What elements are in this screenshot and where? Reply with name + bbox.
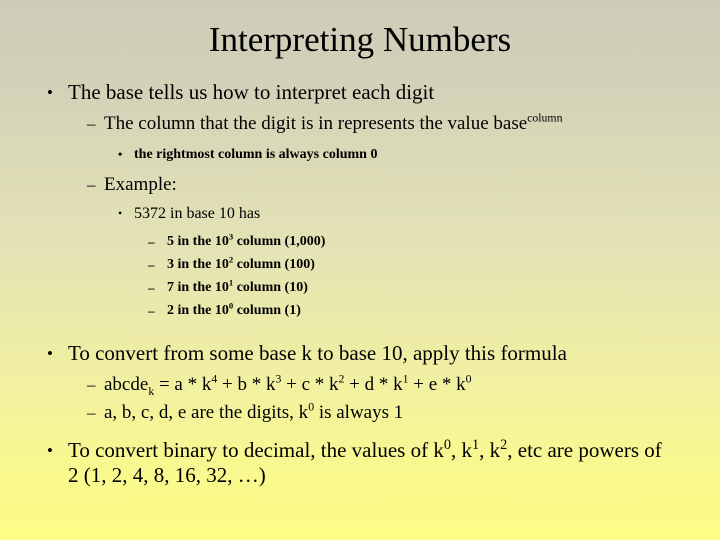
bullet-text: 5 in the 103 column (1,000) [167, 232, 660, 250]
bullet-level3-5372-base10: • 5372 in base 10 has [118, 204, 660, 223]
bullet-text-part1: To convert binary to decimal, the values… [68, 438, 444, 462]
bullet-text: The column that the digit is in represen… [104, 111, 660, 135]
bullet-level4-digit-7: – 7 in the 101 column (10) [148, 278, 660, 296]
bullet-text-part3: , k [479, 438, 501, 462]
superscript-column: column [527, 111, 563, 125]
bullet-marker-level4: – [148, 257, 155, 272]
bullet-marker-level2: – [87, 375, 96, 394]
bullet-marker-level3: • [118, 206, 123, 220]
bullet-level1-binary-to-decimal: • To convert binary to decimal, the valu… [47, 438, 662, 488]
bullet-marker-level1: • [47, 344, 53, 363]
bullet-text-main: 5 in the 10 [167, 234, 229, 249]
bullet-level2-formula: – abcdek = a * k4 + b * k3 + c * k2 + d … [87, 372, 660, 397]
bullet-text: Example: [104, 174, 177, 195]
formula-term-c: + c * k [281, 374, 339, 395]
bullet-text: To convert binary to decimal, the values… [68, 438, 662, 488]
bullet-text: a, b, c, d, e are the digits, k0 is alwa… [104, 401, 660, 424]
bullet-marker-level1: • [47, 441, 53, 460]
superscript-exponent: 0 [465, 372, 472, 386]
bullet-level4-digit-3: – 3 in the 102 column (100) [148, 255, 660, 273]
bullet-text: 2 in the 100 column (1) [167, 301, 660, 319]
bullet-marker-level4: – [148, 280, 155, 295]
bullet-text: 7 in the 101 column (10) [167, 278, 660, 296]
bullet-level3-rightmost-column: • the rightmost column is always column … [118, 145, 660, 164]
bullet-level4-digit-5: – 5 in the 103 column (1,000) [148, 232, 660, 250]
bullet-text: the rightmost column is always column 0 [134, 147, 378, 162]
bullet-level1-base-tells: • The base tells us how to interpret eac… [47, 80, 662, 105]
bullet-text-part2: , k [450, 438, 472, 462]
bullet-level1-convert-formula: • To convert from some base k to base 10… [47, 341, 662, 366]
formula-equals: = a * k [154, 374, 212, 395]
formula-expression: abcdek = a * k4 + b * k3 + c * k2 + d * … [104, 372, 660, 397]
bullet-marker-level4: – [148, 234, 155, 249]
formula-lhs: abcde [104, 374, 149, 395]
slide-body: • The base tells us how to interpret eac… [0, 80, 720, 488]
bullet-text-tail: column (10) [233, 280, 308, 295]
bullet-level2-digits-explanation: – a, b, c, d, e are the digits, k0 is al… [87, 401, 660, 424]
bullet-text-main: 3 in the 10 [167, 257, 229, 272]
bullet-text-main: The column that the digit is in represen… [104, 113, 528, 134]
bullet-text-tail: column (1) [233, 303, 301, 318]
bullet-marker-level2: – [87, 175, 96, 194]
bullet-text: To convert from some base k to base 10, … [68, 341, 567, 365]
bullet-marker-level2: – [87, 403, 96, 422]
superscript-exponent: 0 [443, 437, 451, 453]
bullet-text-main: a, b, c, d, e are the digits, k [104, 402, 309, 423]
bullet-level4-digit-2: – 2 in the 100 column (1) [148, 301, 660, 319]
bullet-text: 3 in the 102 column (100) [167, 255, 660, 273]
formula-term-e: + e * k [408, 374, 466, 395]
bullet-text: The base tells us how to interpret each … [68, 80, 435, 104]
bullet-marker-level2: – [87, 114, 96, 133]
slide-canvas: Interpreting Numbers • The base tells us… [0, 0, 720, 540]
formula-term-b: + b * k [217, 374, 276, 395]
slide-title: Interpreting Numbers [208, 20, 512, 59]
bullet-text-tail: column (1,000) [233, 234, 326, 249]
bullet-text: 5372 in base 10 has [134, 205, 261, 222]
bullet-text-main: 2 in the 10 [167, 303, 229, 318]
bullet-level2-example: – Example: [87, 174, 660, 196]
bullet-text-tail: is always 1 [314, 402, 404, 423]
bullet-marker-level4: – [148, 303, 155, 318]
bullet-marker-level1: • [47, 83, 53, 102]
bullet-level2-column-represents: – The column that the digit is in repres… [87, 111, 660, 135]
formula-term-d: + d * k [344, 374, 403, 395]
bullet-text-tail: column (100) [233, 257, 315, 272]
bullet-marker-level3: • [118, 147, 123, 161]
bullet-text-main: 7 in the 10 [167, 280, 229, 295]
